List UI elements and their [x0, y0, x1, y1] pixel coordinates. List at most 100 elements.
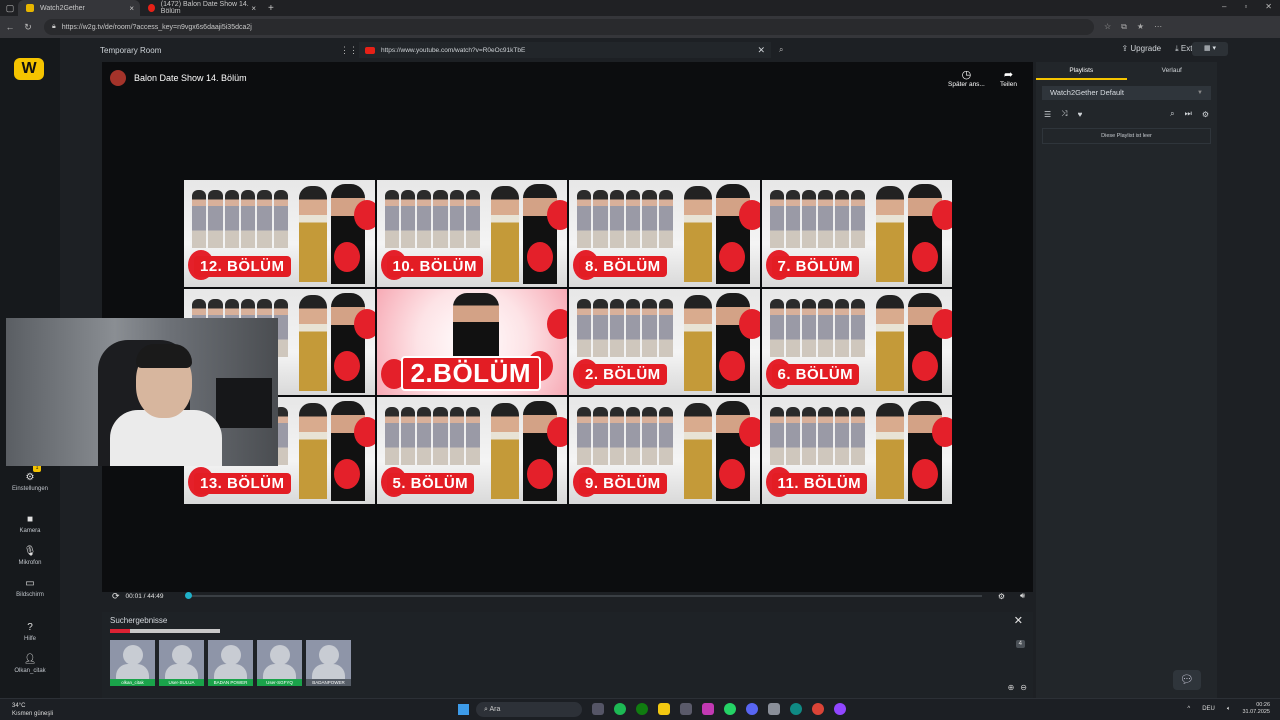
favorites-icon[interactable]: ★	[1137, 22, 1144, 32]
zoom-controls: ⊕ ⊖	[1008, 683, 1027, 692]
tab-youtube[interactable]: (1472) Balon Date Show 14. Bölüm ×	[140, 0, 262, 16]
language-indicator[interactable]: DEU	[1202, 706, 1215, 712]
user-avatar[interactable]: User-SGFYQ	[257, 640, 302, 686]
user-avatar[interactable]: BADANPOWER	[306, 640, 351, 686]
clock[interactable]: 00:26 31.07.2025	[1242, 702, 1270, 716]
weather-widget[interactable]: 34°C Kısmen güneşli	[12, 702, 53, 718]
chrome-icon[interactable]	[812, 703, 824, 715]
extensions-icon[interactable]: ⧉	[1121, 22, 1127, 32]
video-thumbnail[interactable]: 11. BÖLÜM	[761, 397, 952, 504]
edge-icon[interactable]	[790, 703, 802, 715]
seek-bar[interactable]	[185, 592, 982, 599]
upgrade-button[interactable]: ⇪ Upgrade	[1121, 44, 1161, 54]
file-explorer-icon[interactable]	[658, 703, 670, 715]
video-thumbnail[interactable]: 10. BÖLÜM	[376, 180, 567, 287]
clear-icon[interactable]: ✕	[757, 45, 765, 56]
close-results-icon[interactable]: ✕	[1014, 614, 1023, 627]
settings-gear-icon[interactable]: ⚙	[998, 592, 1005, 601]
thumbnail-episode-label: 6. BÖLÜM	[771, 364, 860, 386]
webcam-person-body	[110, 410, 222, 466]
room-name[interactable]: Temporary Room	[100, 46, 335, 55]
help-icon: ?	[27, 622, 33, 633]
app-icon[interactable]	[702, 703, 714, 715]
skip-icon[interactable]: ⏭	[1185, 109, 1192, 119]
tray-chevron-icon[interactable]: ^	[1187, 706, 1190, 712]
layout-toggle-button[interactable]: ▦ ▾	[1192, 42, 1228, 56]
search-playlist-icon[interactable]: ⌕	[1170, 109, 1174, 119]
user-avatar[interactable]: olkan_citak	[110, 640, 155, 686]
video-thumbnail[interactable]: 2. BÖLÜM	[569, 288, 760, 396]
minimize-icon[interactable]: –	[1222, 2, 1226, 11]
nav-user[interactable]: 👤︎ Olkan_citak	[0, 654, 60, 674]
nav-screen[interactable]: ▭ Bildschirm	[0, 578, 60, 598]
settings-app-icon[interactable]	[768, 703, 780, 715]
discord-icon[interactable]	[746, 703, 758, 715]
video-thumbnail[interactable]: 5. BÖLÜM	[376, 397, 567, 504]
watch-later-button[interactable]: ◷ Später ans...	[948, 68, 985, 88]
nav-settings[interactable]: 1 ⚙ Einstellungen	[0, 464, 60, 492]
video-url-input[interactable]: https://www.youtube.com/watch?v=R0eOc91k…	[359, 42, 771, 58]
playlist-settings-icon[interactable]: ⚙	[1202, 110, 1209, 119]
share-button[interactable]: ➦ Teilen	[1000, 68, 1017, 88]
user-avatar[interactable]: User-SULUA	[159, 640, 204, 686]
video-title[interactable]: Balon Date Show 14. Bölüm	[134, 73, 247, 83]
opera-icon[interactable]	[834, 703, 846, 715]
thumbnail-episode-label: 8. BÖLÜM	[579, 255, 667, 277]
spotify-icon[interactable]	[614, 703, 626, 715]
balloon-decoration	[334, 350, 360, 381]
url-field[interactable]: 🔒︎ https://w2g.tv/de/room/?access_key=n9…	[44, 19, 1094, 35]
video-thumbnail[interactable]: 7. BÖLÜM	[761, 180, 952, 287]
w2g-logo[interactable]: W	[14, 58, 44, 80]
list-icon[interactable]: ☰	[1044, 110, 1051, 119]
task-view-icon[interactable]	[592, 703, 604, 715]
result-thumbnail-strip[interactable]	[110, 629, 220, 633]
video-thumbnail[interactable]: 6. BÖLÜM	[761, 288, 952, 396]
video-thumbnail[interactable]: 2.BÖLÜM	[376, 288, 567, 396]
video-thumbnail[interactable]: 9. BÖLÜM	[569, 397, 760, 504]
taskbar-search[interactable]: ⌕ Ara	[476, 702, 582, 717]
calculator-icon[interactable]	[680, 703, 692, 715]
chat-bubble-button[interactable]: 💬︎	[1173, 670, 1201, 690]
avatar-username: BADANPOWER	[306, 679, 351, 686]
search-icon[interactable]: ⌕	[779, 45, 783, 55]
sync-icon[interactable]: ⟳	[112, 591, 120, 602]
star-icon[interactable]: ☆	[1104, 22, 1111, 32]
avatar-username: User-SGFYQ	[257, 679, 302, 686]
close-tab-icon[interactable]: ×	[251, 4, 256, 13]
speaker-icon[interactable]: 🔈︎	[1227, 706, 1231, 713]
grid-icon[interactable]: ⋮⋮	[339, 45, 359, 56]
windows-start-icon[interactable]	[458, 704, 469, 715]
close-tab-icon[interactable]: ×	[129, 4, 134, 13]
window-menu-icon[interactable]: ▢	[2, 3, 18, 14]
shuffle-icon[interactable]: ⤨	[1061, 109, 1067, 119]
xbox-icon[interactable]	[636, 703, 648, 715]
more-icon[interactable]: ⋯	[1154, 22, 1162, 32]
thumbnail-contestant	[683, 294, 712, 391]
balloon-decoration	[526, 242, 553, 272]
seek-handle[interactable]	[185, 592, 192, 599]
nav-help[interactable]: ? Hilfe	[0, 622, 60, 642]
user-avatars: olkan_citak User-SULUA BADAN POWER User-SGF…	[110, 640, 351, 686]
zoom-in-icon[interactable]: ⊕	[1008, 683, 1015, 692]
avatar-username: BADAN POWER	[208, 679, 253, 686]
tab-watch2gether[interactable]: Watch2Gether ×	[18, 0, 140, 16]
tab-history[interactable]: Verlauf	[1127, 62, 1218, 80]
volume-icon[interactable]: 🔊︎	[1020, 591, 1025, 601]
whatsapp-icon[interactable]	[724, 703, 736, 715]
reload-icon[interactable]: ↻	[20, 22, 36, 33]
new-tab-icon[interactable]: +	[268, 3, 274, 14]
maximize-icon[interactable]: ▫	[1244, 2, 1247, 11]
tab-playlists[interactable]: Playlists	[1036, 62, 1127, 80]
zoom-out-icon[interactable]: ⊖	[1020, 683, 1027, 692]
video-thumbnail[interactable]: 12. BÖLÜM	[184, 180, 375, 287]
nav-camera[interactable]: ■ Kamera	[0, 514, 60, 534]
close-window-icon[interactable]: ✕	[1265, 2, 1272, 11]
thumbnail-contestants	[769, 403, 866, 466]
channel-avatar[interactable]	[110, 70, 126, 86]
playlist-select[interactable]: Watch2Gether Default ▼	[1042, 86, 1211, 100]
video-thumbnail[interactable]: 8. BÖLÜM	[569, 180, 760, 287]
nav-microphone[interactable]: 🎙︎ Mikrofon	[0, 546, 60, 566]
heart-icon[interactable]: ♥	[1078, 110, 1083, 119]
back-icon[interactable]: ←	[2, 22, 18, 32]
user-avatar[interactable]: BADAN POWER	[208, 640, 253, 686]
